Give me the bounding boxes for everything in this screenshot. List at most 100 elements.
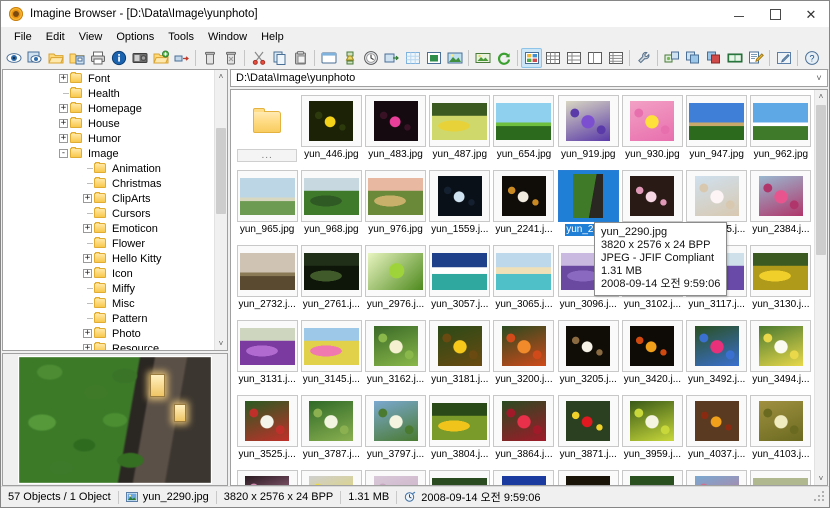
tree-item-health[interactable]: Health xyxy=(3,86,214,101)
grid-toggle-icon[interactable] xyxy=(402,48,423,68)
batch-convert-icon[interactable] xyxy=(661,48,682,68)
thumbnail-item[interactable]: yun_976.jpg xyxy=(364,169,427,244)
tree-item-pattern[interactable]: Pattern xyxy=(3,311,214,326)
open-folder-icon[interactable] xyxy=(45,48,66,68)
tree-item-homepage[interactable]: + Homepage xyxy=(3,101,214,116)
menu-file[interactable]: File xyxy=(7,30,39,44)
thumbnail-item[interactable]: yun_3492.j... xyxy=(686,319,748,394)
thumbnail-item[interactable]: yun_2976.j... xyxy=(364,244,427,319)
thumbnail-item[interactable]: yun_3420.j... xyxy=(621,319,683,394)
tree-item-icon[interactable]: + Icon xyxy=(3,266,214,281)
tree-expand-icon[interactable]: + xyxy=(58,101,69,116)
menu-tools[interactable]: Tools xyxy=(161,30,201,44)
list-mode-a-icon[interactable] xyxy=(521,48,542,68)
cut-icon[interactable] xyxy=(248,48,269,68)
delete-permanent-icon[interactable] xyxy=(220,48,241,68)
tree-item-animation[interactable]: Animation xyxy=(3,161,214,176)
thumbnail-item[interactable]: yun_3494.j... xyxy=(750,319,812,394)
copy-multi-icon[interactable] xyxy=(682,48,703,68)
view-duplicate-icon[interactable] xyxy=(24,48,45,68)
editor-icon[interactable] xyxy=(773,48,794,68)
move-multi-icon[interactable] xyxy=(703,48,724,68)
thumbnail-item[interactable]: yun_3797.j... xyxy=(364,394,427,469)
thumbnail-item[interactable] xyxy=(750,469,812,485)
print-icon[interactable] xyxy=(87,48,108,68)
tree-expand-icon[interactable]: + xyxy=(82,266,93,281)
thumbnail-item[interactable]: yun_1559.j... xyxy=(429,169,491,244)
path-combobox[interactable]: D:\Data\Image\yunphoto ˅ xyxy=(230,69,828,87)
menu-help[interactable]: Help xyxy=(254,30,291,44)
tree-item-cursors[interactable]: Cursors xyxy=(3,206,214,221)
help-icon[interactable]: ? xyxy=(801,48,822,68)
thumbnail-item[interactable]: yun_3787.j... xyxy=(300,394,362,469)
tree-expand-icon[interactable]: + xyxy=(82,251,93,266)
list-mode-b-icon[interactable] xyxy=(542,48,563,68)
tree-item-miffy[interactable]: Miffy xyxy=(3,281,214,296)
tree-expand-icon[interactable]: + xyxy=(82,341,93,350)
parent-folder-item[interactable]: ... xyxy=(236,94,298,169)
thumbnail-item[interactable]: yun_487.jpg xyxy=(429,94,491,169)
thumbnail-item[interactable]: yun_3162.j... xyxy=(364,319,427,394)
tree-item-cliparts[interactable]: + ClipArts xyxy=(3,191,214,206)
thumbnail-item[interactable]: yun_3864.j... xyxy=(493,394,555,469)
tree-item-photo[interactable]: + Photo xyxy=(3,326,214,341)
slideshow-icon[interactable] xyxy=(129,48,150,68)
thumbnail-item[interactable]: yun_4103.j... xyxy=(750,394,812,469)
folder-tree[interactable]: + Font Health + Homepage + House + Humor - Image An… xyxy=(3,70,214,350)
clock-icon[interactable] xyxy=(360,48,381,68)
thumbnail-item[interactable] xyxy=(300,469,362,485)
edit-meta-icon[interactable] xyxy=(745,48,766,68)
tree-item-image[interactable]: - Image xyxy=(3,146,214,161)
menu-view[interactable]: View xyxy=(72,30,110,44)
list-mode-e-icon[interactable] xyxy=(605,48,626,68)
tree-item-font[interactable]: + Font xyxy=(3,71,214,86)
tree-item-misc[interactable]: Misc xyxy=(3,296,214,311)
thumbnail-item[interactable]: yun_965.jpg xyxy=(236,169,298,244)
rename-icon[interactable] xyxy=(171,48,192,68)
minimize-button[interactable] xyxy=(721,1,757,27)
tree-expand-icon[interactable]: + xyxy=(82,221,93,236)
image-preview-panel[interactable] xyxy=(2,353,228,486)
thumbnail-item[interactable]: yun_3145.j... xyxy=(300,319,362,394)
thumbnail-item[interactable]: yun_2761.j... xyxy=(300,244,362,319)
grid-scroll-thumb[interactable] xyxy=(816,105,826,255)
grid-scroll-down-icon[interactable]: ˅ xyxy=(815,472,827,485)
thumbnail-item[interactable]: yun_947.jpg xyxy=(686,94,748,169)
list-mode-c-icon[interactable] xyxy=(563,48,584,68)
thumbnail-item[interactable]: yun_968.jpg xyxy=(300,169,362,244)
list-mode-d-icon[interactable] xyxy=(584,48,605,68)
convert-icon[interactable] xyxy=(339,48,360,68)
tree-item-flower[interactable]: Flower xyxy=(3,236,214,251)
resize-grip[interactable] xyxy=(813,490,827,504)
chevron-down-icon[interactable]: ˅ xyxy=(811,70,827,86)
single-image-icon[interactable] xyxy=(423,48,444,68)
thumbnail-item[interactable]: yun_3525.j... xyxy=(236,394,298,469)
grid-scroll-up-icon[interactable]: ˄ xyxy=(815,90,827,103)
thumbnail-item[interactable] xyxy=(557,469,619,485)
tree-item-hello-kitty[interactable]: + Hello Kitty xyxy=(3,251,214,266)
thumbnail-item[interactable] xyxy=(364,469,427,485)
grid-scrollbar[interactable]: ˄ ˅ xyxy=(814,90,827,485)
save-copy-icon[interactable] xyxy=(66,48,87,68)
thumbnail-view-icon[interactable] xyxy=(318,48,339,68)
view-image-icon[interactable] xyxy=(3,48,24,68)
tree-scrollbar[interactable]: ˄ ˅ xyxy=(214,70,227,350)
open-new-icon[interactable] xyxy=(150,48,171,68)
thumbnail-item[interactable]: yun_2241.j... xyxy=(493,169,555,244)
thumbnail-item[interactable] xyxy=(621,469,683,485)
menu-window[interactable]: Window xyxy=(201,30,254,44)
thumbnail-item[interactable] xyxy=(236,469,298,485)
settings-wrench-icon[interactable] xyxy=(633,48,654,68)
refresh-icon[interactable] xyxy=(493,48,514,68)
thumbnail-item[interactable]: yun_446.jpg xyxy=(300,94,362,169)
tree-collapse-icon[interactable]: - xyxy=(58,146,69,161)
copy-icon[interactable] xyxy=(269,48,290,68)
tree-item-humor[interactable]: + Humor xyxy=(3,131,214,146)
tree-item-resource[interactable]: + Resource xyxy=(3,341,214,350)
thumbnail-item[interactable]: yun_3065.j... xyxy=(493,244,555,319)
thumbnail-item[interactable]: yun_3959.j... xyxy=(621,394,683,469)
tree-expand-icon[interactable]: + xyxy=(82,326,93,341)
export-icon[interactable] xyxy=(381,48,402,68)
thumbnail-item[interactable]: yun_930.jpg xyxy=(621,94,683,169)
thumbnail-item[interactable]: yun_3131.j... xyxy=(236,319,298,394)
